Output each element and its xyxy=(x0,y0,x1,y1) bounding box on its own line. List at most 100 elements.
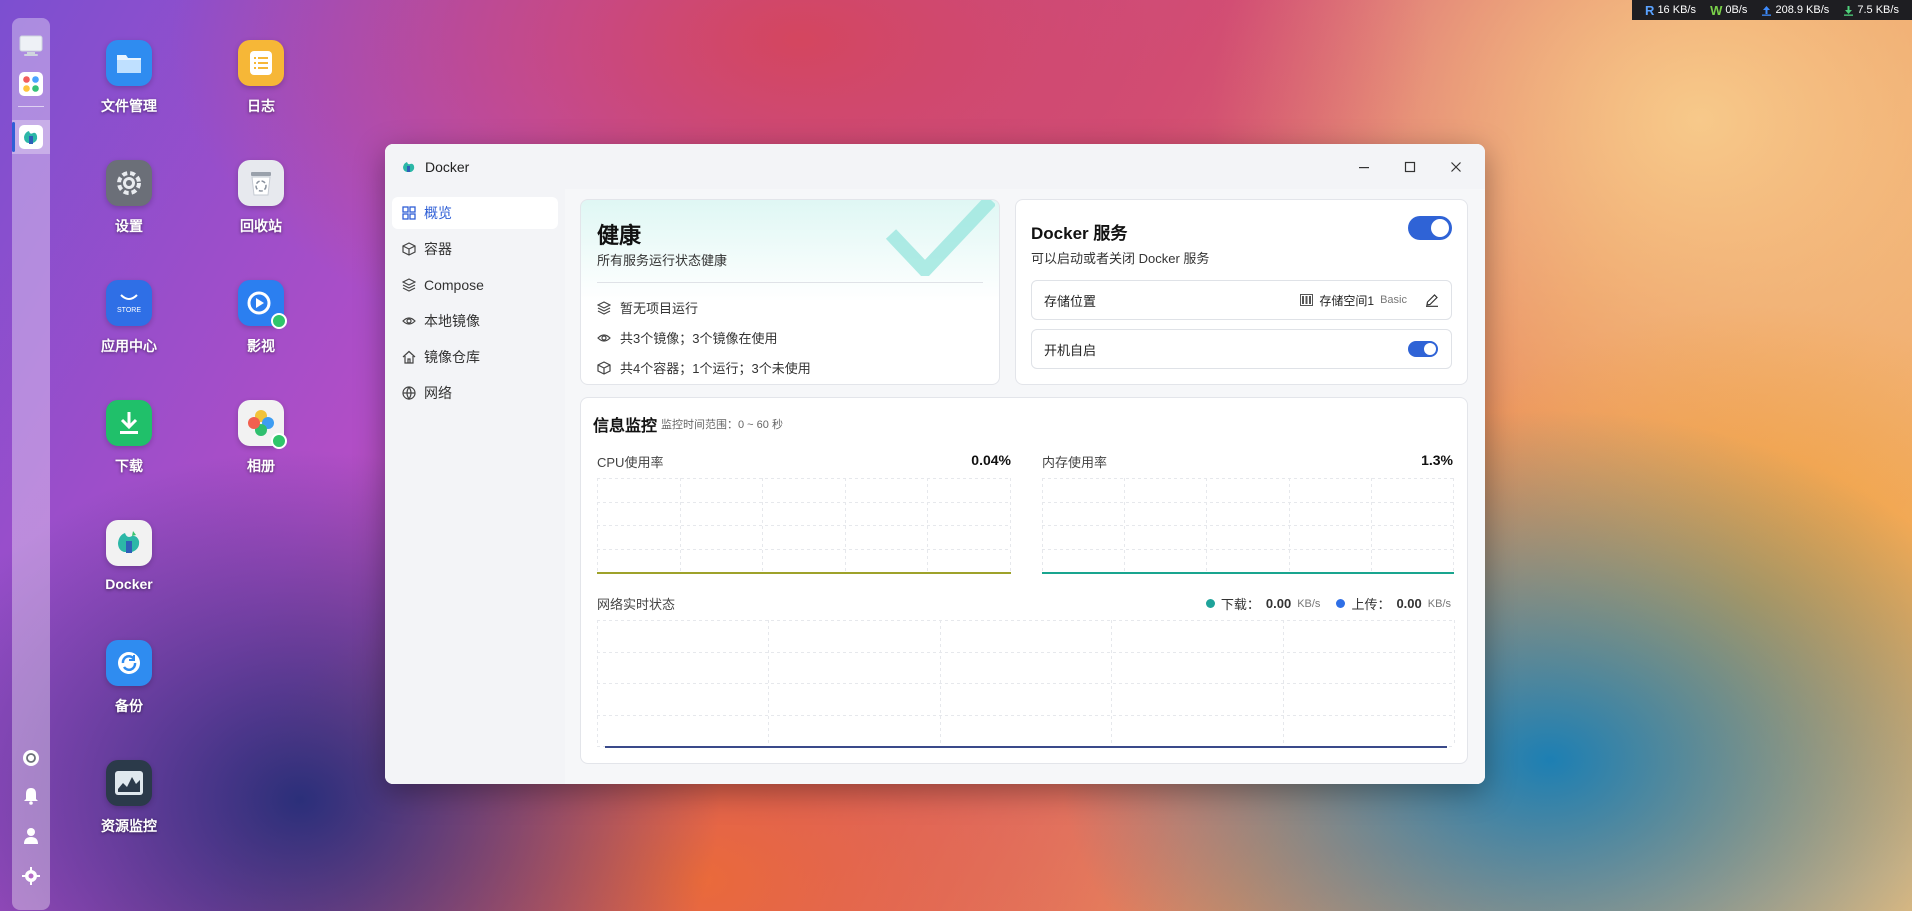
video-icon xyxy=(238,280,287,329)
desktop-icon-video[interactable]: 影视 xyxy=(211,280,311,356)
desktop-icon-label: 下载 xyxy=(115,458,143,474)
folder-icon xyxy=(106,40,152,86)
desktop-icon-logs[interactable]: 日志 xyxy=(211,40,311,116)
sidebar-item-label: 网络 xyxy=(424,385,452,401)
network-legend: 下载： 0.00 KB/s 上传： 0.00 KB/s xyxy=(1205,594,1451,613)
download-stat: 7.5 KB/s xyxy=(1843,4,1899,16)
docker-app-icon xyxy=(403,161,415,172)
upload-legend-label: 上传： xyxy=(1351,597,1391,612)
upload-value: 208.9 KB/s xyxy=(1775,4,1830,16)
desktop-icon-label: 影视 xyxy=(247,338,275,354)
backup-icon xyxy=(106,640,152,686)
upload-legend-dot xyxy=(1336,599,1346,608)
cube-icon xyxy=(402,242,416,256)
network-status-chart xyxy=(597,620,1455,748)
edit-icon xyxy=(1426,294,1438,307)
toggle-knob xyxy=(1431,219,1449,237)
service-title: Docker 服务 xyxy=(1031,224,1128,243)
settings-dock-button[interactable] xyxy=(19,864,43,888)
sidebar-item-label: 镜像仓库 xyxy=(424,349,480,365)
bell-icon xyxy=(24,788,38,805)
user-dock-button[interactable] xyxy=(19,824,43,848)
sidebar-item-label: 概览 xyxy=(424,205,452,221)
log-icon xyxy=(238,40,284,86)
network-status-label: 网络实时状态 xyxy=(597,597,676,612)
health-divider xyxy=(597,282,983,283)
health-row-projects: 暂无项目运行 xyxy=(597,298,698,317)
download-icon xyxy=(106,400,152,446)
monitor-icon xyxy=(19,35,43,56)
store-icon: STORE xyxy=(106,280,152,326)
monitor-title: 信息监控 xyxy=(593,418,658,435)
app-launcher-button[interactable] xyxy=(19,72,43,96)
memory-usage-label: 内存使用率 xyxy=(1042,455,1108,470)
photos-icon xyxy=(238,400,287,449)
autostart-toggle[interactable] xyxy=(1408,341,1438,357)
desktop-icon-app-center[interactable]: STORE 应用中心 xyxy=(79,280,179,356)
edit-storage-button[interactable] xyxy=(1425,293,1439,307)
sidebar-item-label: 本地镜像 xyxy=(424,313,480,329)
recycle-bin-icon xyxy=(238,160,284,206)
sidebar-item-local-images[interactable]: 本地镜像 xyxy=(392,305,558,337)
window-titlebar[interactable]: Docker xyxy=(385,144,1485,189)
storage-name: 存储空间1 xyxy=(1319,293,1375,308)
autostart-row: 开机自启 xyxy=(1031,329,1452,369)
desktop-icon-label: 资源监控 xyxy=(101,818,157,834)
sidebar-item-overview[interactable]: 概览 xyxy=(392,197,558,229)
storage-location-label: 存储位置 xyxy=(1044,293,1097,309)
desktop-icon-label: 备份 xyxy=(115,698,143,714)
desktop-icon-recycle-bin[interactable]: 回收站 xyxy=(211,160,311,236)
toggle-knob xyxy=(1424,343,1436,355)
desktop-dock-button[interactable] xyxy=(19,34,43,58)
upload-stat: 208.9 KB/s xyxy=(1761,4,1829,16)
desktop-icon-download[interactable]: 下载 xyxy=(79,400,179,476)
health-row-images: 共3个镜像；3个镜像在使用 xyxy=(597,328,777,347)
desktop-icon-label: 文件管理 xyxy=(101,98,157,114)
health-subtitle: 所有服务运行状态健康 xyxy=(597,253,728,268)
sidebar-item-containers[interactable]: 容器 xyxy=(392,233,558,265)
cpu-usage-label: CPU使用率 xyxy=(597,455,664,470)
desktop-icon-file-manager[interactable]: 文件管理 xyxy=(79,40,179,116)
docker-icon xyxy=(106,520,152,566)
left-dock xyxy=(12,18,50,910)
docker-dock-button[interactable] xyxy=(19,125,43,149)
cpu-usage-value: 0.04% xyxy=(971,452,1011,468)
layers-icon xyxy=(402,278,416,292)
desktop-icon-docker[interactable]: Docker xyxy=(79,520,179,592)
close-button[interactable] xyxy=(1433,152,1479,182)
layers-icon xyxy=(597,300,611,315)
upload-legend-value: 0.00 xyxy=(1396,596,1422,611)
cube-icon xyxy=(597,360,611,375)
help-dock-button[interactable] xyxy=(19,746,43,770)
sidebar-item-network[interactable]: 网络 xyxy=(392,377,558,409)
minimize-button[interactable] xyxy=(1341,152,1387,182)
maximize-icon xyxy=(1404,161,1416,173)
check-mark-icon xyxy=(885,200,995,276)
desktop-icon-settings[interactable]: 设置 xyxy=(79,160,179,236)
notifications-dock-button[interactable] xyxy=(19,784,43,808)
globe-icon xyxy=(402,386,416,400)
window-controls xyxy=(1341,152,1479,182)
health-card: 健康 所有服务运行状态健康 暂无项目运行 共3个镜像；3个镜像在使用 共4个容器… xyxy=(580,199,1000,385)
gear-icon xyxy=(22,867,40,885)
desktop-icon-label: 相册 xyxy=(247,458,275,474)
maximize-button[interactable] xyxy=(1387,152,1433,182)
memory-usage-chart xyxy=(1042,478,1454,574)
download-legend-value: 0.00 xyxy=(1265,596,1292,611)
docker-window: Docker 概览 容器 Compose 本地镜像 镜像仓库 网络 健康 所有服… xyxy=(385,144,1485,784)
read-tag: R xyxy=(1645,2,1655,18)
eye-icon xyxy=(402,317,416,325)
desktop-icon-backup[interactable]: 备份 xyxy=(79,640,179,716)
desktop-icon-photos[interactable]: 相册 xyxy=(211,400,311,476)
sidebar-item-registry[interactable]: 镜像仓库 xyxy=(392,341,558,373)
storage-location-value: 存储空间1 Basic xyxy=(1300,292,1407,309)
docker-service-toggle[interactable] xyxy=(1408,216,1452,240)
sidebar-item-compose[interactable]: Compose xyxy=(392,269,558,301)
write-tag: W xyxy=(1710,2,1723,18)
desktop-icon-resource-monitor[interactable]: 资源监控 xyxy=(79,760,179,836)
window-title: Docker xyxy=(425,158,470,175)
storage-icon xyxy=(1300,294,1314,306)
minimize-icon xyxy=(1359,167,1369,169)
gear-icon xyxy=(106,160,152,206)
docker-service-card: Docker 服务 可以启动或者关闭 Docker 服务 存储位置 存储空间1 … xyxy=(1015,199,1468,385)
